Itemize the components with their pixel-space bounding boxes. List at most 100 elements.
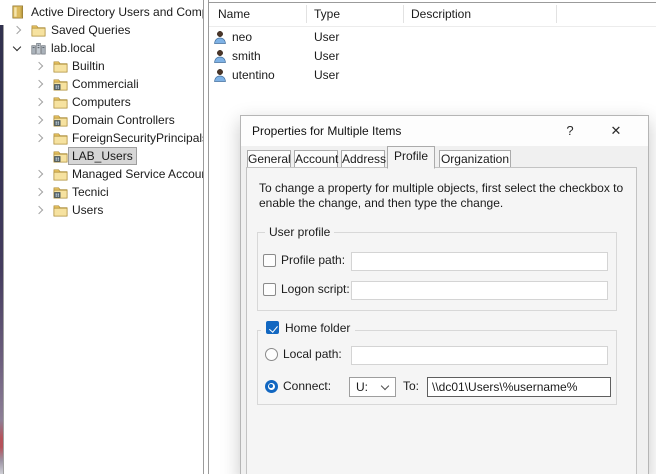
- tree-item-lab-local[interactable]: lab.local: [4, 39, 203, 57]
- chevron-right-icon[interactable]: [35, 187, 43, 195]
- tree-item-label: lab.local: [51, 39, 95, 57]
- close-icon[interactable]: ✕: [603, 119, 629, 143]
- list-cell-type: User: [314, 47, 339, 66]
- header-bottom-border: [209, 26, 656, 27]
- tree-item-label: Builtin: [72, 57, 105, 75]
- chevron-right-icon[interactable]: [35, 97, 43, 105]
- chevron-right-icon[interactable]: [13, 25, 21, 33]
- column-divider[interactable]: [306, 5, 307, 23]
- connect-radio[interactable]: [265, 380, 278, 393]
- user-icon: [213, 68, 227, 83]
- chevron-right-icon[interactable]: [35, 79, 43, 87]
- tree-item-lab-users[interactable]: LAB_Users: [4, 147, 203, 165]
- tree-item-builtin[interactable]: Builtin: [4, 57, 203, 75]
- dialog-title-bar[interactable]: Properties for Multiple Items ? ✕: [241, 116, 648, 146]
- list-row-utentino[interactable]: utentino User: [209, 66, 656, 85]
- tree-item-label: Saved Queries: [51, 21, 130, 39]
- home-folder-label: Home folder: [285, 321, 350, 335]
- profile-path-label: Profile path:: [281, 253, 345, 268]
- ou-folder-icon: [53, 185, 68, 199]
- ou-folder-icon: [53, 113, 68, 127]
- drive-letter-value: U:: [356, 378, 368, 396]
- local-path-label: Local path:: [283, 347, 342, 362]
- column-header-name[interactable]: Name: [218, 3, 250, 26]
- user-icon: [213, 49, 227, 64]
- logon-script-checkbox[interactable]: [263, 283, 276, 296]
- list-cell-name: utentino: [232, 66, 275, 85]
- folder-icon: [53, 131, 68, 145]
- folder-icon: [31, 23, 46, 37]
- folder-icon: [53, 59, 68, 73]
- tree-item-root[interactable]: Active Directory Users and Computers: [4, 3, 203, 21]
- home-folder-checkbox[interactable]: [266, 321, 279, 334]
- domain-icon: [31, 41, 46, 55]
- pane-divider[interactable]: [203, 0, 204, 474]
- list-row-neo[interactable]: neo User: [209, 28, 656, 47]
- list-cell-type: User: [314, 28, 339, 47]
- tree-item-label: Users: [72, 201, 103, 219]
- column-divider[interactable]: [556, 5, 557, 23]
- user-profile-group-label: User profile: [265, 225, 334, 239]
- tree-item-label: Computers: [72, 93, 131, 111]
- drive-letter-select[interactable]: U:: [349, 377, 396, 397]
- list-row-smith[interactable]: smith User: [209, 47, 656, 66]
- tab-general[interactable]: General: [247, 150, 291, 168]
- tab-account[interactable]: Account: [294, 150, 338, 168]
- tree-item-domain-controllers[interactable]: Domain Controllers: [4, 111, 203, 129]
- tree-item-label: Managed Service Accounts: [72, 165, 203, 183]
- folder-icon: [53, 203, 68, 217]
- connect-label: Connect:: [283, 379, 331, 394]
- local-path-input[interactable]: [351, 346, 608, 365]
- home-folder-to-input[interactable]: [427, 377, 611, 397]
- tab-organization[interactable]: Organization: [439, 150, 511, 168]
- profile-path-checkbox[interactable]: [263, 254, 276, 267]
- list-cell-name: smith: [232, 47, 261, 66]
- user-icon: [213, 30, 227, 45]
- tab-profile[interactable]: Profile: [387, 146, 435, 169]
- chevron-down-icon: [381, 382, 389, 390]
- tree-item-label: Commerciali: [72, 75, 139, 93]
- chevron-right-icon[interactable]: [35, 115, 43, 123]
- tree-item-saved-queries[interactable]: Saved Queries: [4, 21, 203, 39]
- ou-folder-icon: [53, 77, 68, 91]
- column-divider[interactable]: [403, 5, 404, 23]
- chevron-right-icon[interactable]: [35, 61, 43, 69]
- chevron-right-icon[interactable]: [35, 133, 43, 141]
- console-tree-pane: Active Directory Users and Computers Sav…: [4, 0, 203, 474]
- aduc-window: Active Directory Users and Computers Sav…: [0, 0, 656, 474]
- dialog-description-line2: enable the change, and then type the cha…: [259, 196, 624, 211]
- tree-item-managed-service-accounts[interactable]: Managed Service Accounts: [4, 165, 203, 183]
- logon-script-label: Logon script:: [281, 282, 350, 297]
- chevron-right-icon[interactable]: [35, 169, 43, 177]
- tree-item-label: Active Directory Users and Computers: [31, 3, 203, 21]
- local-path-radio[interactable]: [265, 348, 278, 361]
- tree-item-users[interactable]: Users: [4, 201, 203, 219]
- list-cell-type: User: [314, 66, 339, 85]
- home-folder-group-label: Home folder: [261, 319, 355, 336]
- tree-item-commerciali[interactable]: Commerciali: [4, 75, 203, 93]
- folder-icon: [53, 95, 68, 109]
- tree-item-label: ForeignSecurityPrincipals: [72, 129, 203, 147]
- properties-dialog: Properties for Multiple Items ? ✕ Genera…: [240, 115, 649, 474]
- tree-item-label: Tecnici: [72, 183, 109, 201]
- chevron-down-icon[interactable]: [13, 42, 21, 50]
- list-cell-name: neo: [232, 28, 252, 47]
- directory-root-icon: [10, 5, 25, 19]
- tab-address[interactable]: Address: [341, 150, 385, 168]
- tree-item-label-selected: LAB_Users: [68, 147, 137, 165]
- tree-item-computers[interactable]: Computers: [4, 93, 203, 111]
- column-header-description[interactable]: Description: [411, 3, 471, 26]
- profile-path-input[interactable]: [351, 252, 608, 271]
- dialog-description-line1: To change a property for multiple object…: [259, 181, 624, 196]
- column-header-type[interactable]: Type: [314, 3, 340, 26]
- tree-item-tecnici[interactable]: Tecnici: [4, 183, 203, 201]
- to-label: To:: [403, 379, 419, 394]
- ou-folder-icon: [53, 149, 68, 163]
- tree-item-foreign-security-principals[interactable]: ForeignSecurityPrincipals: [4, 129, 203, 147]
- logon-script-input[interactable]: [351, 281, 608, 300]
- help-button[interactable]: ?: [557, 119, 583, 143]
- chevron-right-icon[interactable]: [35, 205, 43, 213]
- folder-icon: [53, 167, 68, 181]
- dialog-title: Properties for Multiple Items: [252, 116, 401, 146]
- tree-item-label: Domain Controllers: [72, 111, 175, 129]
